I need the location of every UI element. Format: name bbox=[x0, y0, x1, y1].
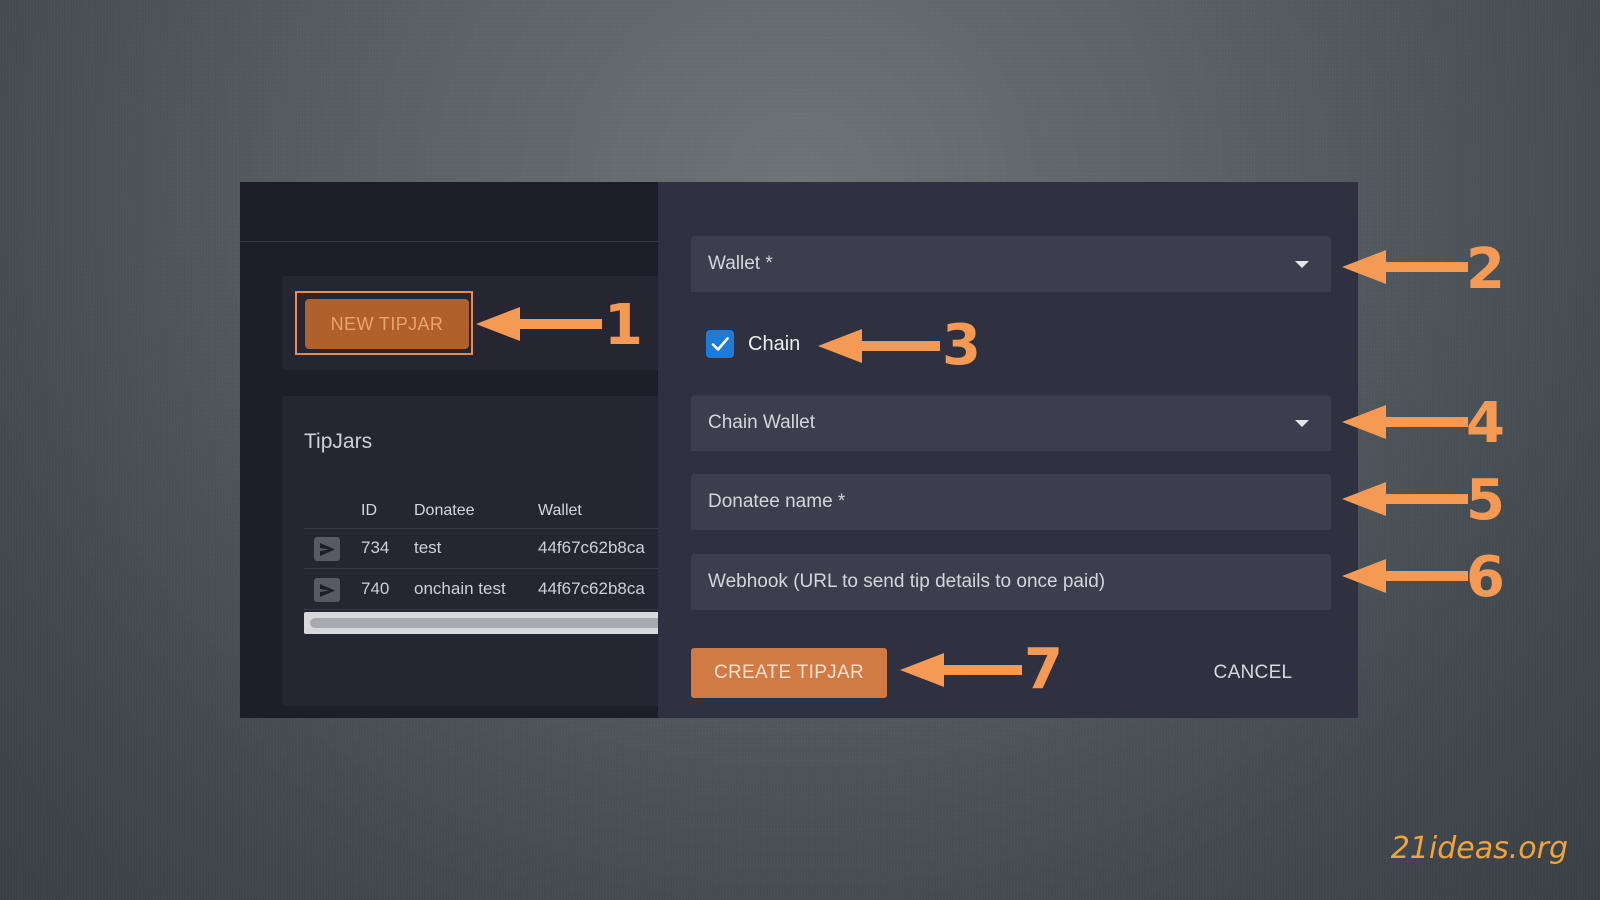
row-wallet: 44f67c62b8ca bbox=[538, 579, 645, 598]
annotation-number-4: 4 bbox=[1466, 391, 1505, 456]
row-donatee: onchain test bbox=[414, 579, 506, 598]
chain-checkbox-label[interactable]: Chain bbox=[748, 333, 800, 356]
annotation-number-3: 3 bbox=[942, 313, 981, 378]
chain-checkbox[interactable] bbox=[706, 330, 734, 358]
row-id: 734 bbox=[361, 538, 390, 557]
table-row[interactable]: 734 test 44f67c62b8ca bbox=[304, 528, 658, 569]
donatee-name-label: Donatee name * bbox=[708, 491, 846, 512]
webhook-label: Webhook (URL to send tip details to once… bbox=[708, 571, 1106, 592]
watermark: 21ideas.org bbox=[1390, 831, 1568, 866]
chain-wallet-select[interactable]: Chain Wallet bbox=[691, 395, 1331, 451]
create-tipjar-dialog: Wallet * Chain Chain Wallet Donatee name… bbox=[658, 182, 1358, 718]
table-header: ID Donatee Wallet bbox=[304, 496, 658, 529]
annotation-arrow-2 bbox=[1342, 247, 1468, 287]
chevron-down-icon[interactable] bbox=[1295, 420, 1309, 427]
cancel-button[interactable]: CANCEL bbox=[1198, 648, 1308, 698]
wallet-select-label: Wallet * bbox=[708, 253, 773, 274]
create-tipjar-button[interactable]: CREATE TIPJAR bbox=[691, 648, 887, 698]
wallet-select[interactable]: Wallet * bbox=[691, 236, 1331, 292]
annotation-number-1: 1 bbox=[604, 293, 643, 358]
chevron-down-icon[interactable] bbox=[1295, 261, 1309, 268]
send-icon[interactable] bbox=[314, 537, 340, 561]
annotation-arrow-6 bbox=[1342, 556, 1468, 596]
annotation-number-6: 6 bbox=[1466, 545, 1505, 610]
donatee-name-field[interactable]: Donatee name * bbox=[691, 474, 1331, 530]
column-header-donatee[interactable]: Donatee bbox=[414, 502, 475, 520]
row-id: 740 bbox=[361, 579, 390, 598]
tipjars-card: TipJars ID Donatee Wallet 734 test 44f67… bbox=[282, 396, 658, 706]
row-wallet: 44f67c62b8ca bbox=[538, 538, 645, 557]
list-title: TipJars bbox=[304, 430, 373, 453]
send-icon[interactable] bbox=[314, 578, 340, 602]
chain-wallet-select-label: Chain Wallet bbox=[708, 412, 816, 433]
annotation-arrow-5 bbox=[1342, 479, 1468, 519]
column-header-id[interactable]: ID bbox=[361, 502, 377, 520]
annotation-number-2: 2 bbox=[1466, 237, 1505, 302]
check-icon bbox=[711, 337, 729, 351]
annotation-arrow-7 bbox=[900, 650, 1022, 690]
column-header-wallet[interactable]: Wallet bbox=[538, 502, 582, 520]
scrollbar-thumb[interactable] bbox=[310, 618, 658, 628]
annotation-number-5: 5 bbox=[1466, 468, 1505, 533]
annotation-arrow-3 bbox=[818, 326, 940, 366]
annotation-number-7: 7 bbox=[1024, 637, 1063, 702]
tipjar-app-panel: NEW TIPJAR TipJars ID Donatee Wallet 734… bbox=[240, 182, 658, 718]
annotation-arrow-1 bbox=[476, 304, 602, 344]
horizontal-scrollbar[interactable] bbox=[304, 612, 658, 634]
app-header bbox=[240, 182, 658, 242]
annotation-arrow-4 bbox=[1342, 402, 1468, 442]
row-donatee: test bbox=[414, 538, 442, 557]
webhook-field[interactable]: Webhook (URL to send tip details to once… bbox=[691, 554, 1331, 610]
table-row[interactable]: 740 onchain test 44f67c62b8ca bbox=[304, 569, 658, 610]
new-tipjar-button[interactable]: NEW TIPJAR bbox=[305, 299, 469, 349]
